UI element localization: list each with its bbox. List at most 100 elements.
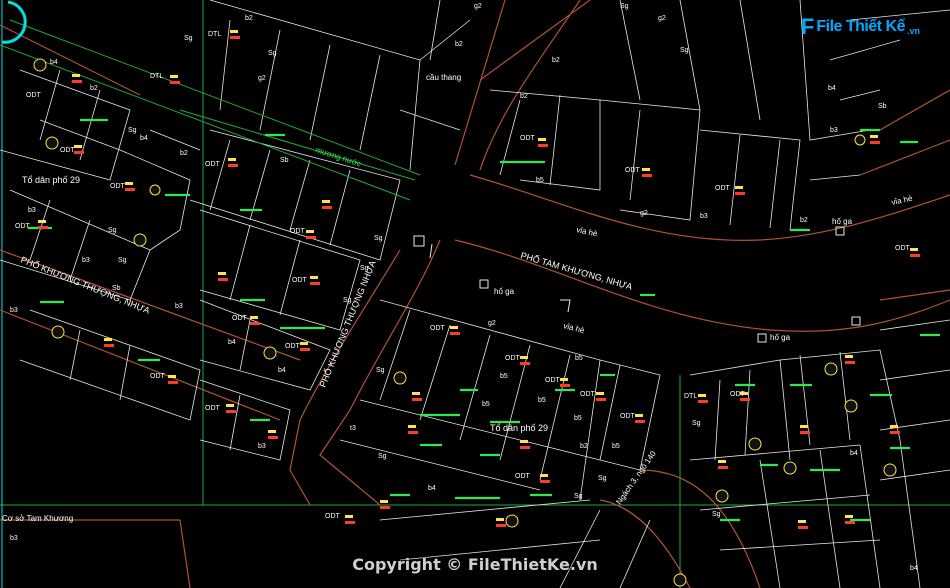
parcel-code-label: Sg [128,127,137,134]
parcel-code-label: b3 [82,257,90,264]
parcel-code-label: b5 [482,401,490,408]
manhole-symbols [413,226,861,343]
street-label-tam-khuong: PHỐ TAM KHƯƠNG, NHỰA [519,249,633,291]
parcel-code-label: b2 [90,85,98,92]
parcel-code-label: ODT [150,373,166,380]
parcel-lines [0,0,950,588]
parcel-codes: ODT ODT ODT ODT ODT ODT ODT ODT ODT ODT … [10,3,918,572]
parcel-code-label: Sg [343,297,352,304]
place-label-cau-thang: cầu thang [426,73,461,82]
parcel-code-label: b4 [228,339,236,346]
place-label-ho-ga-3: hố ga [832,217,853,226]
parcel-code-label: ODT [26,92,42,99]
parcel-code-label: DTL [150,73,163,80]
parcel-code-label: ODT [205,405,221,412]
place-label-via-he-1: vỉa hè [576,225,599,238]
place-label-via-he-3: vỉa hè [563,321,586,335]
parcel-code-label: Sb [878,103,887,110]
parcel-code-label: b4 [828,85,836,92]
parcel-code-label: Sg [118,257,127,264]
parcel-code-label: g2 [640,210,648,217]
parcel-code-label: Sg [680,47,689,54]
place-label-co-so-tam-khuong: Cơ sở Tam Khương [2,514,73,523]
parcel-code-label: t3 [350,425,356,432]
parcel-code-label: Sg [378,453,387,460]
parcel-code-label: ODT [430,325,446,332]
place-label-ho-ga-2: hố ga [770,333,791,342]
parcel-code-label: b2 [455,41,463,48]
parcel-code-label: b5 [500,373,508,380]
parcel-code-label: Sg [712,511,721,518]
parcel-code-label: ODT [620,413,636,420]
parcel-code-label: b5 [574,415,582,422]
parcel-code-label: g2 [258,75,266,82]
grid-lines [0,0,950,588]
building-symbols [33,58,897,587]
street-label-khuong-thuong-2: PHỐ KHƯƠNG THƯỢNG NHỰA [317,259,378,389]
parcel-code-label: b4 [428,485,436,492]
parcel-code-label: Sg [108,227,117,234]
parcel-code-label: ODT [580,391,596,398]
parcel-code-label: g2 [488,320,496,327]
place-label-muong-nuoc: mương nước [314,145,362,168]
parcel-code-label: ODT [515,473,531,480]
parcel-code-label: ODT [285,343,301,350]
area-markers [28,118,940,522]
parcel-code-label: b2 [580,443,588,450]
site-logo[interactable]: F File Thiết Kế .vn [801,14,920,40]
road-edges [0,0,950,588]
parcel-code-label: b5 [575,355,583,362]
parcel-code-label: ODT [520,135,536,142]
parcel-code-label: ODT [205,161,221,168]
parcel-code-label: b5 [612,443,620,450]
parcel-code-label: Sg [620,3,629,10]
parcel-code-label: Sg [184,35,193,42]
cadastral-map[interactable]: PHỐ TAM KHƯƠNG, NHỰA PHỐ KHƯƠNG THƯỢNG, … [0,0,950,588]
parcel-code-label: ODT [545,377,561,384]
parcel-code-label: ODT [325,513,341,520]
copyright-watermark: Copyright © FileThietKe.vn [352,555,598,574]
parcel-code-label: ODT [60,147,76,154]
parcel-code-label: Sb [112,285,121,292]
parcel-code-label: g2 [658,15,666,22]
parcel-code-label: b2 [520,93,528,100]
place-label-ho-ga-1: hố ga [494,287,515,296]
parcel-code-label: ODT [730,391,746,398]
place-label-to-dan-pho-29-a: Tổ dân phố 29 [22,175,80,185]
parcel-code-label: g2 [474,3,482,10]
parcel-code-label: DTL [684,393,697,400]
parcel-code-label: ODT [715,185,731,192]
place-label-to-dan-pho-29-b: Tổ dân phố 29 [490,423,548,433]
parcel-code-label: b5 [536,177,544,184]
parcel-code-label: b4 [50,59,58,66]
parcel-code-label: b3 [28,207,36,214]
parcel-code-label: b3 [258,443,266,450]
parcel-code-label: Sg [376,367,385,374]
logo-mark: F [800,14,815,39]
parcel-code-label: Sg [360,265,369,272]
parcel-code-label: DTL [208,31,221,38]
parcel-code-label: b2 [245,15,253,22]
parcel-code-label: ODT [290,228,306,235]
parcel-code-label: b3 [830,127,838,134]
parcel-code-label: ODT [625,167,641,174]
parcel-code-label: b4 [850,450,858,457]
parcel-code-label: Sg [268,50,277,57]
place-label-via-he-2: vỉa hè [891,194,914,207]
map-text: PHỐ TAM KHƯƠNG, NHỰA PHỐ KHƯƠNG THƯỢNG, … [2,73,914,523]
parcel-code-label: b3 [700,213,708,220]
parcel-code-label: ODT [505,355,521,362]
parcel-code-label: Sg [598,475,607,482]
parcel-code-label: b2 [800,217,808,224]
parcel-code-label: Sg [374,235,383,242]
parcel-code-label: b4 [140,135,148,142]
parcel-code-label: Sg [692,420,701,427]
parcel-code-label: b2 [552,57,560,64]
parcel-code-label: b3 [10,535,18,542]
parcel-code-label: b4 [278,367,286,374]
parcel-code-label: ODT [15,223,31,230]
cad-map-viewport[interactable]: PHỐ TAM KHƯƠNG, NHỰA PHỐ KHƯƠNG THƯỢNG, … [0,0,950,588]
logo-text: File Thiết Kế [816,18,905,35]
drainage-lines [0,19,421,201]
parcel-code-label: b3 [10,307,18,314]
